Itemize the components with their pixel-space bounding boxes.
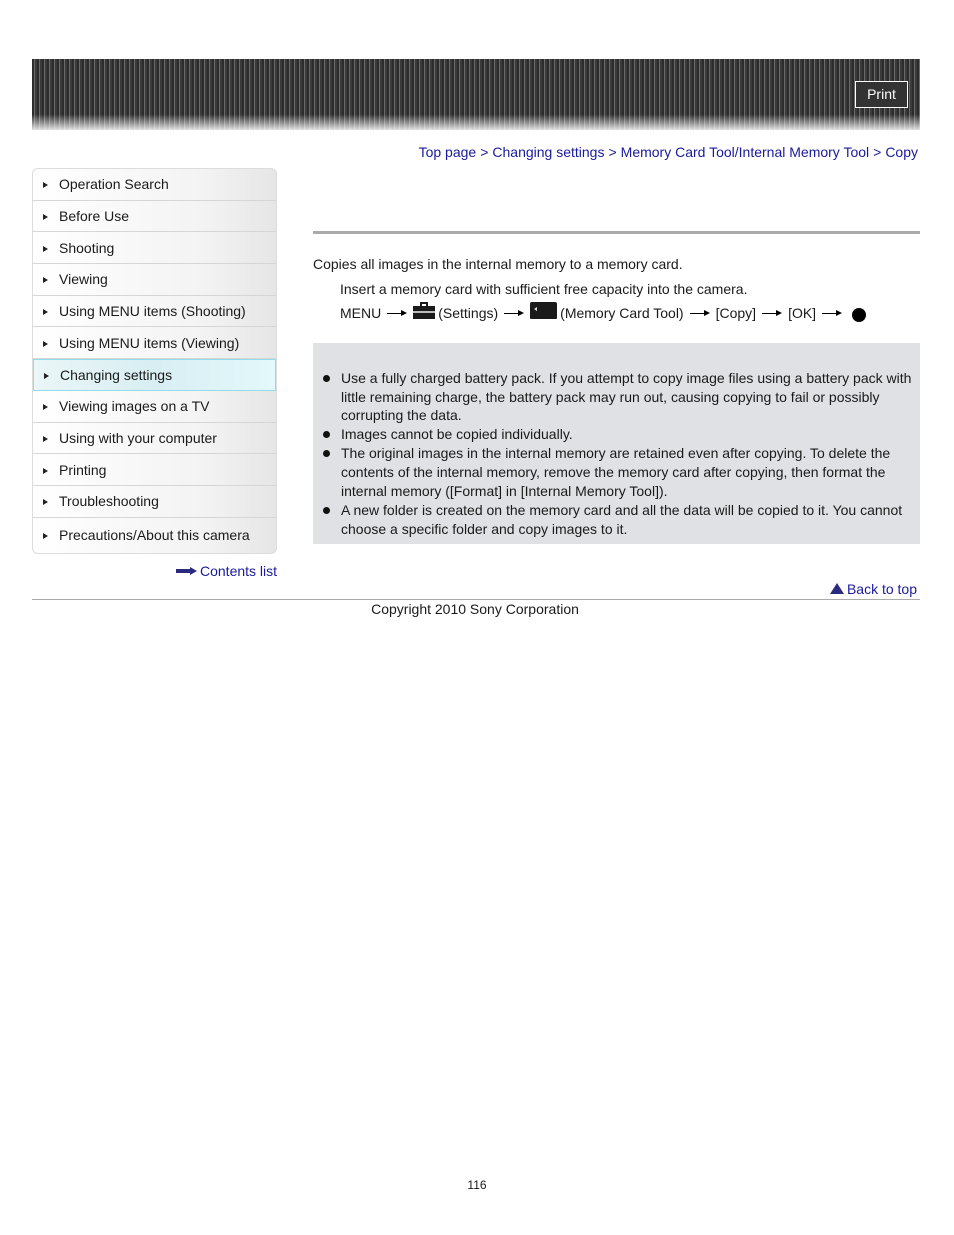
notes-box: Use a fully charged battery pack. If you…	[313, 343, 920, 544]
arrow-right-icon	[504, 309, 525, 317]
page-number: 116	[467, 1178, 487, 1192]
note-item: Images cannot be copied individually.	[323, 425, 916, 444]
sidebar-item-label: Using MENU items (Shooting)	[59, 303, 246, 320]
note-text: Use a fully charged battery pack. If you…	[341, 370, 912, 424]
sidebar-item-label: Viewing	[59, 271, 108, 288]
sidebar-item-label: Printing	[59, 461, 107, 478]
bullet-icon	[323, 450, 330, 458]
breadcrumb-memory-card-tool[interactable]: Memory Card Tool/Internal Memory Tool	[621, 144, 869, 160]
sidebar-item-label: Before Use	[59, 208, 130, 225]
note-text: Images cannot be copied individually.	[341, 426, 573, 443]
back-to-top-link[interactable]: Back to top	[829, 581, 917, 597]
triangle-right-icon	[43, 182, 48, 189]
triangle-right-icon	[43, 214, 48, 221]
step-2-menu-path: MENU (Settings) (Memory Card Tool) [Copy…	[340, 301, 867, 322]
arrow-right-icon	[762, 309, 783, 317]
triangle-right-icon	[43, 435, 48, 442]
sidebar-nav: Operation Search Before Use Shooting Vie…	[32, 168, 277, 554]
note-text: A new folder is created on the memory ca…	[341, 501, 903, 537]
sidebar-item-label: Viewing images on a TV	[59, 398, 210, 415]
sidebar-item-changing-settings[interactable]: Changing settings	[33, 359, 276, 391]
sidebar-item-operation-search[interactable]: Operation Search	[33, 169, 276, 201]
sidebar-item-precautions[interactable]: Precautions/About this camera	[33, 518, 276, 553]
note-item: Use a fully charged battery pack. If you…	[323, 369, 916, 425]
ok-label: [OK]	[788, 305, 817, 321]
triangle-right-icon	[43, 499, 48, 506]
footer-divider	[32, 599, 920, 600]
note-text: The original images in the internal memo…	[341, 445, 891, 499]
sidebar-item-label: Troubleshooting	[59, 493, 159, 510]
title-divider	[313, 231, 920, 234]
note-item: A new folder is created on the memory ca…	[323, 501, 916, 538]
sidebar-item-viewing[interactable]: Viewing	[33, 264, 276, 296]
triangle-right-icon	[43, 309, 48, 316]
sidebar-item-label: Changing settings	[60, 366, 173, 383]
back-to-top-label: Back to top	[846, 581, 917, 597]
center-button-dot-icon	[852, 308, 867, 322]
triangle-up-icon	[829, 582, 844, 594]
header-banner: Print	[32, 59, 920, 130]
bullet-icon	[323, 375, 330, 382]
breadcrumb-separator: >	[608, 144, 617, 160]
sidebar-item-printing[interactable]: Printing	[33, 454, 276, 486]
toolbox-icon	[413, 301, 436, 319]
sidebar-item-computer[interactable]: Using with your computer	[33, 423, 276, 455]
breadcrumb-changing-settings[interactable]: Changing settings	[492, 144, 604, 160]
triangle-right-icon	[43, 245, 48, 252]
sidebar-item-label: Shooting	[59, 239, 115, 256]
triangle-right-icon	[44, 372, 49, 379]
settings-label: (Settings)	[438, 305, 499, 321]
breadcrumb-top-page[interactable]: Top page	[419, 144, 477, 160]
sidebar-item-label: Precautions/About this camera	[59, 527, 250, 544]
sidebar-item-menu-shooting[interactable]: Using MENU items (Shooting)	[33, 296, 276, 328]
contents-list-label: Contents list	[200, 563, 278, 579]
triangle-right-icon	[43, 533, 48, 540]
print-button[interactable]: Print	[855, 81, 908, 108]
triangle-right-icon	[43, 404, 48, 411]
sidebar-item-menu-viewing[interactable]: Using MENU items (Viewing)	[33, 327, 276, 360]
sidebar-item-before-use[interactable]: Before Use	[33, 201, 276, 233]
triangle-right-icon	[43, 467, 48, 474]
bullet-icon	[323, 506, 330, 514]
contents-list-link[interactable]: Contents list	[176, 563, 277, 579]
sidebar-item-viewing-tv[interactable]: Viewing images on a TV	[33, 391, 276, 423]
breadcrumb-separator: >	[873, 144, 882, 160]
sidebar-item-troubleshooting[interactable]: Troubleshooting	[33, 486, 276, 518]
copy-label: [Copy]	[715, 305, 757, 321]
memory-card-tool-label: (Memory Card Tool)	[560, 305, 684, 321]
step-1-text: Insert a memory card with sufficient fre…	[340, 281, 748, 297]
bullet-icon	[323, 431, 330, 439]
breadcrumb-separator: >	[480, 144, 489, 160]
arrow-right-icon	[822, 309, 843, 317]
triangle-right-icon	[43, 340, 48, 347]
breadcrumb: Top page > Changing settings > Memory Card T…	[419, 144, 918, 160]
sidebar-item-shooting[interactable]: Shooting	[33, 232, 276, 265]
arrow-right-icon	[176, 567, 197, 575]
memory-card-icon	[530, 301, 558, 319]
intro-text: Copies all images in the internal memory…	[313, 256, 683, 272]
sidebar-item-label: Using MENU items (Viewing)	[59, 334, 240, 351]
sidebar-item-label: Using with your computer	[59, 429, 217, 446]
arrow-right-icon	[387, 309, 408, 317]
arrow-right-icon	[689, 309, 710, 317]
note-item: The original images in the internal memo…	[323, 444, 916, 500]
copyright-text: Copyright 2010 Sony Corporation	[371, 601, 579, 617]
menu-label: MENU	[340, 305, 382, 321]
triangle-right-icon	[43, 277, 48, 284]
sidebar-item-label: Operation Search	[59, 176, 169, 193]
breadcrumb-copy[interactable]: Copy	[885, 144, 918, 160]
